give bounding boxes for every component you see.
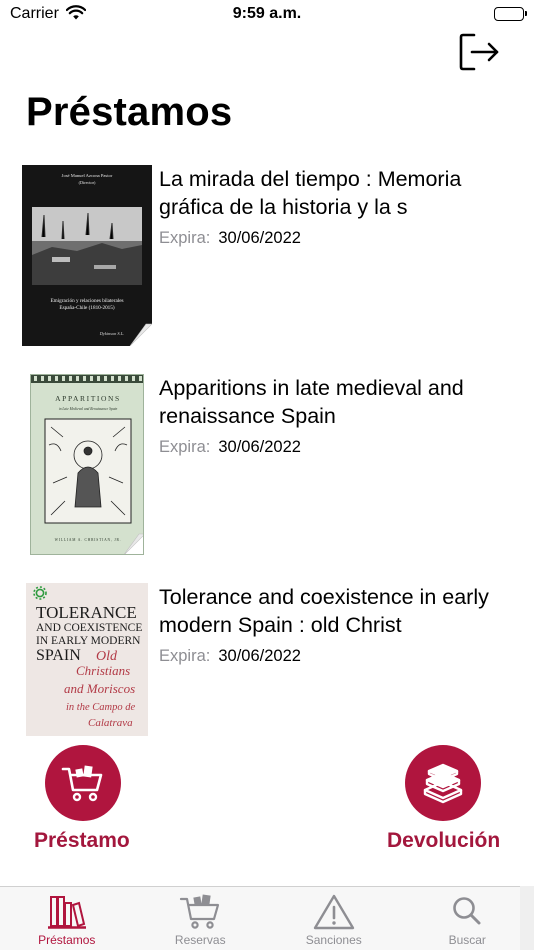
expire-date: 30/06/2022 [218,438,301,456]
search-icon [446,893,488,936]
svg-text:APPARITIONS: APPARITIONS [55,394,121,403]
svg-text:Christians: Christians [76,663,130,678]
scroll-edge [520,886,534,950]
tab-prestamos[interactable]: Préstamos [0,887,134,950]
svg-text:SPAIN: SPAIN [36,647,81,664]
book-cover: APPARITIONS in Late Medieval and Renaiss… [30,374,144,555]
book-cover: José Manuel Azcona Pastor (Director) Emi… [22,165,152,346]
loan-action-button[interactable] [45,745,121,821]
svg-text:Emigración y relaciones bilate: Emigración y relaciones bilaterales [50,298,123,304]
cart-icon [179,893,221,936]
expire-date: 30/06/2022 [218,647,301,665]
tab-bar: Préstamos Reservas Sanciones Buscar [0,886,534,950]
status-bar: Carrier 9:59 a.m. [0,0,534,30]
return-action-label[interactable]: Devolución [387,829,500,853]
cart-icon [61,765,103,802]
loan-title: Tolerance and coexistence in early moder… [159,585,489,637]
book-cover: TOLERANCE AND COEXISTENCE IN EARLY MODER… [26,583,148,736]
tab-label: Buscar [448,933,486,947]
expire-row: Expira: 30/06/2022 [159,229,301,248]
loan-item[interactable]: APPARITIONS in Late Medieval and Renaiss… [0,374,534,564]
tab-label: Reservas [174,933,226,947]
logout-icon [459,33,499,71]
svg-text:Calatrava: Calatrava [88,717,133,729]
loan-action-label[interactable]: Préstamo [34,829,130,853]
expire-row: Expira: 30/06/2022 [159,647,301,666]
svg-text:in Late Medieval and Renaissan: in Late Medieval and Renaissance Spain [59,407,118,411]
warning-icon [313,893,355,936]
loan-item[interactable]: José Manuel Azcona Pastor (Director) Emi… [0,165,534,355]
svg-text:and Moriscos: and Moriscos [64,681,135,696]
tab-buscar[interactable]: Buscar [401,887,534,950]
expire-label: Expira: [159,647,211,665]
svg-text:AND COEXISTENCE: AND COEXISTENCE [36,622,142,634]
tab-reservas[interactable]: Reservas [134,887,268,950]
battery-icon [494,7,527,21]
loan-title: Apparitions in late medieval and renaiss… [159,376,464,428]
expire-label: Expira: [159,229,211,247]
svg-text:TOLERANCE: TOLERANCE [36,603,137,622]
svg-text:Old: Old [96,649,118,664]
return-action-button[interactable] [405,745,481,821]
svg-text:IN EARLY MODERN: IN EARLY MODERN [36,635,141,647]
svg-text:(Director): (Director) [79,180,96,185]
books-stack-icon [423,763,463,804]
svg-text:in the Campo de: in the Campo de [66,702,135,713]
expire-row: Expira: 30/06/2022 [159,438,301,457]
svg-text:José Manuel Azcona Pastor: José Manuel Azcona Pastor [62,173,113,178]
tab-label: Sanciones [305,933,362,947]
logout-button[interactable] [457,30,501,74]
bookshelf-icon [46,893,88,936]
page-title: Préstamos [26,90,233,134]
expire-date: 30/06/2022 [218,229,301,247]
tab-label: Préstamos [38,933,96,947]
svg-text:España-Chile (1810-2015): España-Chile (1810-2015) [59,304,114,311]
expire-label: Expira: [159,438,211,456]
clock: 9:59 a.m. [232,5,302,22]
svg-text:Dykinson S.L.: Dykinson S.L. [99,331,125,336]
loan-title: La mirada del tiempo : Memoria gráfica d… [159,167,462,219]
tab-sanciones[interactable]: Sanciones [267,887,401,950]
